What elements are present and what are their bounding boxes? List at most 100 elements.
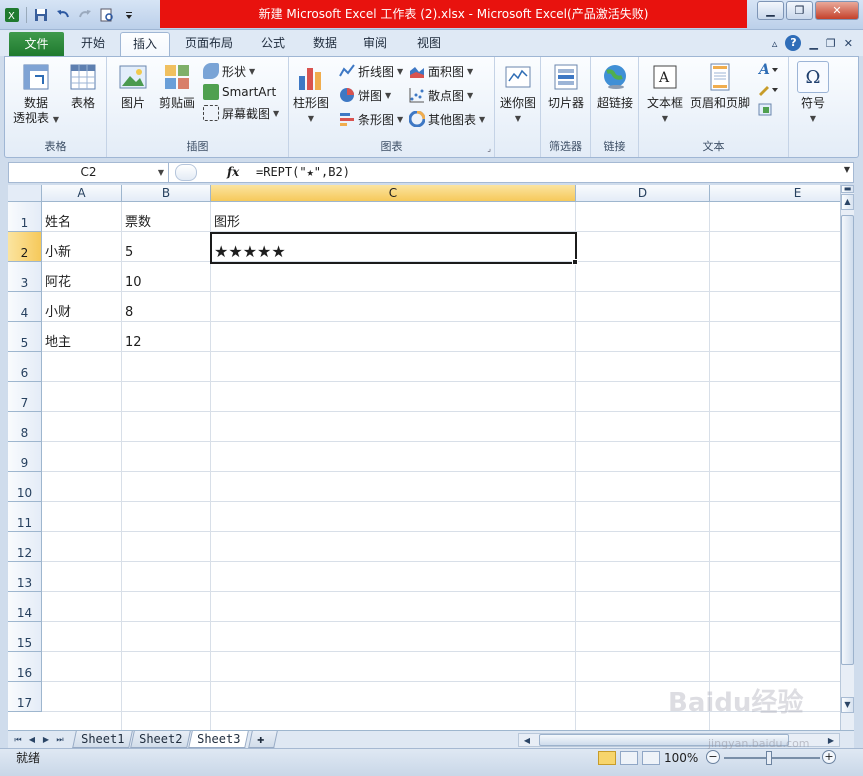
insert-function-icon[interactable]: fx bbox=[227, 163, 239, 182]
row-header-8[interactable]: 8 bbox=[8, 412, 42, 442]
tab-data[interactable]: 数据 bbox=[302, 32, 348, 56]
row-header-14[interactable]: 14 bbox=[8, 592, 42, 622]
prev-sheet-icon[interactable]: ◀ bbox=[26, 733, 38, 746]
fill-handle[interactable] bbox=[572, 259, 578, 265]
header-footer-button[interactable]: 页眉和页脚 bbox=[689, 61, 751, 111]
line-chart-button[interactable]: 折线图 ▼ bbox=[339, 61, 403, 81]
row-header-12[interactable]: 12 bbox=[8, 532, 42, 562]
last-sheet-icon[interactable]: ⏭ bbox=[54, 733, 66, 746]
doc-close-icon[interactable]: ✕ bbox=[844, 37, 853, 50]
object-icon[interactable] bbox=[757, 101, 779, 117]
sparkline-button[interactable]: 迷你图 ▼ bbox=[497, 61, 539, 126]
sheet-tab-1[interactable]: Sheet1 bbox=[72, 731, 134, 748]
cell-a5[interactable]: 地主 bbox=[42, 334, 71, 352]
formula-input[interactable]: =REPT("★",B2) bbox=[256, 163, 350, 182]
zoom-level[interactable]: 100% bbox=[664, 749, 698, 767]
minimize-button[interactable]: ▁ bbox=[757, 1, 784, 20]
scroll-right-icon[interactable]: ▶ bbox=[825, 734, 837, 747]
maximize-button[interactable]: ❐ bbox=[786, 1, 813, 20]
signature-line-icon[interactable] bbox=[757, 81, 779, 97]
wordart-icon[interactable]: A bbox=[757, 61, 779, 77]
cell-a3[interactable]: 阿花 bbox=[42, 274, 71, 292]
shapes-button[interactable]: 形状 ▼ bbox=[203, 61, 255, 81]
formula-bar-expand-icon[interactable]: ▼ bbox=[844, 165, 850, 174]
zoom-out-icon[interactable]: − bbox=[706, 750, 720, 764]
split-box[interactable]: ▬ bbox=[841, 185, 854, 193]
row-header-15[interactable]: 15 bbox=[8, 622, 42, 652]
row-header-4[interactable]: 4 bbox=[8, 292, 42, 322]
vertical-scrollbar[interactable]: ▬ ▲ ▼ bbox=[840, 185, 854, 730]
row-header-3[interactable]: 3 bbox=[8, 262, 42, 292]
tab-review[interactable]: 审阅 bbox=[352, 32, 398, 56]
vertical-scroll-thumb[interactable] bbox=[841, 215, 854, 665]
name-box-dropdown-icon[interactable]: ▼ bbox=[158, 163, 164, 182]
hyperlink-button[interactable]: 超链接 bbox=[593, 61, 637, 111]
cell-b2[interactable]: 5 bbox=[122, 244, 133, 262]
chart-dialog-launcher-icon[interactable]: ⌟ bbox=[487, 144, 491, 153]
bar-chart-button[interactable]: 条形图 ▼ bbox=[339, 109, 403, 129]
cell-a4[interactable]: 小财 bbox=[42, 304, 71, 322]
page-break-view-icon[interactable] bbox=[642, 751, 660, 765]
tab-formulas[interactable]: 公式 bbox=[250, 32, 296, 56]
tab-home[interactable]: 开始 bbox=[70, 32, 116, 56]
cell-b1[interactable]: 票数 bbox=[122, 214, 151, 232]
other-charts-button[interactable]: 其他图表 ▼ bbox=[409, 109, 485, 129]
textbox-button[interactable]: A 文本框 ▼ bbox=[643, 61, 687, 126]
screenshot-button[interactable]: 屏幕截图 ▼ bbox=[203, 103, 279, 123]
sheet-tab-3[interactable]: Sheet3 bbox=[188, 731, 250, 748]
smartart-button[interactable]: SmartArt bbox=[203, 82, 276, 102]
row-header-2[interactable]: 2 bbox=[8, 232, 42, 262]
help-icon[interactable]: ? bbox=[785, 35, 802, 51]
zoom-slider-knob[interactable] bbox=[766, 751, 772, 765]
symbol-button[interactable]: Ω 符号 ▼ bbox=[793, 61, 833, 126]
undo-icon[interactable] bbox=[55, 7, 71, 23]
cell-b3[interactable]: 10 bbox=[122, 274, 142, 292]
row-header-17[interactable]: 17 bbox=[8, 682, 42, 712]
next-sheet-icon[interactable]: ▶ bbox=[40, 733, 52, 746]
select-all-corner[interactable] bbox=[8, 185, 42, 202]
picture-button[interactable]: 图片 bbox=[115, 61, 151, 111]
worksheet-grid[interactable]: A B C D E 1 2 3 4 5 6 7 8 9 10 11 12 13 14 15 16 17 姓名 票… bbox=[8, 185, 840, 730]
row-header-5[interactable]: 5 bbox=[8, 322, 42, 352]
name-box[interactable]: C2 ▼ bbox=[9, 163, 169, 182]
table-button[interactable]: 表格 bbox=[63, 61, 103, 111]
cell-b5[interactable]: 12 bbox=[122, 334, 142, 352]
redo-icon[interactable] bbox=[77, 7, 93, 23]
cell-a1[interactable]: 姓名 bbox=[42, 214, 71, 232]
tab-view[interactable]: 视图 bbox=[406, 32, 452, 56]
column-header-d[interactable]: D bbox=[576, 185, 710, 202]
row-header-13[interactable]: 13 bbox=[8, 562, 42, 592]
row-header-11[interactable]: 11 bbox=[8, 502, 42, 532]
column-header-b[interactable]: B bbox=[122, 185, 211, 202]
row-header-10[interactable]: 10 bbox=[8, 472, 42, 502]
save-icon[interactable] bbox=[33, 7, 49, 23]
pivot-table-button[interactable]: 数据 透视表 ▼ bbox=[11, 61, 61, 127]
excel-logo-icon[interactable]: X bbox=[4, 7, 20, 23]
first-sheet-icon[interactable]: ⏮ bbox=[12, 733, 24, 746]
row-header-16[interactable]: 16 bbox=[8, 652, 42, 682]
scroll-up-icon[interactable]: ▲ bbox=[841, 194, 854, 210]
row-header-9[interactable]: 9 bbox=[8, 442, 42, 472]
row-header-1[interactable]: 1 bbox=[8, 202, 42, 232]
scroll-left-icon[interactable]: ◀ bbox=[521, 734, 533, 747]
slicer-button[interactable]: 切片器 bbox=[543, 61, 589, 111]
formula-expand-handle[interactable] bbox=[175, 164, 197, 181]
cell-b4[interactable]: 8 bbox=[122, 304, 133, 322]
tab-file[interactable]: 文件 bbox=[9, 32, 64, 56]
normal-view-icon[interactable] bbox=[598, 751, 616, 765]
customize-qat-icon[interactable] bbox=[121, 7, 137, 23]
insert-sheet-button[interactable]: ✚ bbox=[248, 731, 278, 748]
column-header-e[interactable]: E bbox=[710, 185, 840, 202]
cell-c1[interactable]: 图形 bbox=[211, 214, 240, 232]
area-chart-button[interactable]: 面积图 ▼ bbox=[409, 61, 473, 81]
print-preview-icon[interactable] bbox=[99, 7, 115, 23]
row-header-7[interactable]: 7 bbox=[8, 382, 42, 412]
row-header-6[interactable]: 6 bbox=[8, 352, 42, 382]
clipart-button[interactable]: 剪贴画 bbox=[157, 61, 197, 111]
close-button[interactable]: ✕ bbox=[815, 1, 859, 20]
doc-minimize-icon[interactable]: ▁ bbox=[809, 37, 817, 50]
zoom-in-icon[interactable]: + bbox=[822, 750, 836, 764]
tab-insert[interactable]: 插入 bbox=[120, 32, 170, 56]
scatter-chart-button[interactable]: 散点图 ▼ bbox=[409, 85, 473, 105]
pie-chart-button[interactable]: 饼图 ▼ bbox=[339, 85, 391, 105]
